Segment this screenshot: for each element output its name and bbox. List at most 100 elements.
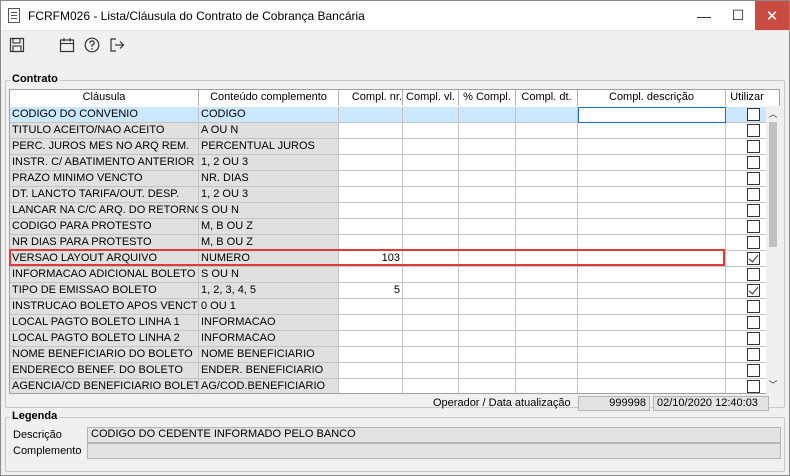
cell-empty[interactable] <box>578 363 726 379</box>
cell-nr[interactable]: 103 <box>339 251 403 267</box>
cell-utilizar[interactable] <box>726 283 768 299</box>
utilizar-checkbox[interactable] <box>747 188 760 201</box>
cell-nr[interactable] <box>339 123 403 139</box>
cell-empty[interactable] <box>578 203 726 219</box>
cell-utilizar[interactable] <box>726 203 768 219</box>
cell-empty[interactable] <box>516 267 578 283</box>
cell-empty[interactable] <box>516 347 578 363</box>
cell-empty[interactable] <box>403 235 459 251</box>
maximize-button[interactable]: ☐ <box>721 1 755 30</box>
utilizar-checkbox[interactable] <box>747 172 760 185</box>
close-button[interactable]: ✕ <box>755 1 789 30</box>
utilizar-checkbox[interactable] <box>747 236 760 249</box>
cell-empty[interactable] <box>403 267 459 283</box>
cell-empty[interactable] <box>459 283 516 299</box>
cell-utilizar[interactable] <box>726 331 768 347</box>
table-row[interactable]: DT. LANCTO TARIFA/OUT. DESP. 1, 2 OU 3 <box>10 187 768 203</box>
cell-empty[interactable] <box>459 299 516 315</box>
cell-empty[interactable] <box>516 219 578 235</box>
minimize-button[interactable]: — <box>687 1 721 30</box>
cell-utilizar[interactable] <box>726 171 768 187</box>
utilizar-checkbox[interactable] <box>747 124 760 137</box>
cell-empty[interactable] <box>516 363 578 379</box>
cell-empty[interactable] <box>459 203 516 219</box>
cell-empty[interactable] <box>403 299 459 315</box>
help-icon[interactable] <box>82 35 102 55</box>
cell-utilizar[interactable] <box>726 123 768 139</box>
table-row[interactable]: VERSAO LAYOUT ARQUIVO NUMERO 103 <box>10 251 768 267</box>
table-row[interactable]: LOCAL PAGTO BOLETO LINHA 2 INFORMACAO <box>10 331 768 347</box>
cell-utilizar[interactable] <box>726 219 768 235</box>
utilizar-checkbox[interactable] <box>747 364 760 377</box>
cell-empty[interactable] <box>403 379 459 393</box>
scroll-up-icon[interactable]: ︿ <box>766 107 780 121</box>
cell-empty[interactable] <box>403 155 459 171</box>
table-row[interactable]: AGENCIA/CD BENEFICIARIO BOLETO AG/COD.BEN… <box>10 379 768 393</box>
column-header[interactable]: Compl. dt. <box>516 90 578 106</box>
utilizar-checkbox[interactable] <box>747 268 760 281</box>
utilizar-checkbox[interactable] <box>747 316 760 329</box>
cell-empty[interactable] <box>459 331 516 347</box>
cell-nr[interactable] <box>339 171 403 187</box>
cell-nr[interactable] <box>339 331 403 347</box>
cell-utilizar[interactable] <box>726 107 768 123</box>
table-row[interactable]: TIPO DE EMISSAO BOLETO 1, 2, 3, 4, 55 <box>10 283 768 299</box>
cell-utilizar[interactable] <box>726 315 768 331</box>
table-row[interactable]: TITULO ACEITO/NAO ACEITO A OU N <box>10 123 768 139</box>
cell-empty[interactable] <box>516 235 578 251</box>
cell-nr[interactable] <box>339 139 403 155</box>
cell-utilizar[interactable] <box>726 187 768 203</box>
cell-empty[interactable] <box>516 171 578 187</box>
cell-nr[interactable] <box>339 347 403 363</box>
cell-empty[interactable] <box>403 363 459 379</box>
cell-utilizar[interactable] <box>726 155 768 171</box>
cell-utilizar[interactable] <box>726 267 768 283</box>
column-header[interactable]: Utilizar <box>726 90 768 106</box>
cell-nr[interactable] <box>339 267 403 283</box>
cell-empty[interactable] <box>578 379 726 393</box>
cell-empty[interactable] <box>459 219 516 235</box>
cell-empty[interactable] <box>578 331 726 347</box>
cell-nr[interactable] <box>339 187 403 203</box>
cell-empty[interactable] <box>578 347 726 363</box>
cell-empty[interactable] <box>578 123 726 139</box>
utilizar-checkbox[interactable] <box>747 252 760 265</box>
cell-empty[interactable] <box>578 299 726 315</box>
table-row[interactable]: LANCAR NA C/C ARQ. DO RETORNO S OU N <box>10 203 768 219</box>
table-row[interactable]: NR DIAS PARA PROTESTO M, B OU Z <box>10 235 768 251</box>
table-row[interactable]: LOCAL PAGTO BOLETO LINHA 1 INFORMACAO <box>10 315 768 331</box>
cell-empty[interactable] <box>578 139 726 155</box>
cell-empty[interactable] <box>516 139 578 155</box>
column-header[interactable]: Compl. nr. <box>339 90 403 106</box>
column-header[interactable]: Conteúdo complemento <box>199 90 339 106</box>
cell-utilizar[interactable] <box>726 139 768 155</box>
cell-nr[interactable] <box>339 379 403 393</box>
cell-empty[interactable] <box>516 123 578 139</box>
cell-empty[interactable] <box>403 203 459 219</box>
utilizar-checkbox[interactable] <box>747 300 760 313</box>
cell-empty[interactable] <box>578 219 726 235</box>
cell-empty[interactable] <box>516 379 578 393</box>
utilizar-checkbox[interactable] <box>747 108 760 121</box>
cell-utilizar[interactable] <box>726 251 768 267</box>
cell-empty[interactable] <box>516 203 578 219</box>
cell-nr[interactable] <box>339 235 403 251</box>
utilizar-checkbox[interactable] <box>747 332 760 345</box>
table-row[interactable]: INSTRUCAO BOLETO APOS VENCTO 0 OU 1 <box>10 299 768 315</box>
column-header[interactable]: % Compl. <box>459 90 516 106</box>
cell-empty[interactable] <box>459 107 516 123</box>
utilizar-checkbox[interactable] <box>747 156 760 169</box>
table-row[interactable]: INFORMACAO ADICIONAL BOLETO S OU N <box>10 267 768 283</box>
cell-empty[interactable] <box>516 251 578 267</box>
scroll-thumb[interactable] <box>769 122 777 247</box>
utilizar-checkbox[interactable] <box>747 348 760 361</box>
cell-empty[interactable] <box>459 267 516 283</box>
column-header[interactable]: Compl. vl. <box>403 90 459 106</box>
cell-empty[interactable] <box>459 155 516 171</box>
cell-empty[interactable] <box>403 107 459 123</box>
cell-empty[interactable] <box>578 251 726 267</box>
cell-empty[interactable] <box>403 331 459 347</box>
cell-empty[interactable] <box>516 315 578 331</box>
utilizar-checkbox[interactable] <box>747 380 760 393</box>
cell-nr[interactable]: 5 <box>339 283 403 299</box>
